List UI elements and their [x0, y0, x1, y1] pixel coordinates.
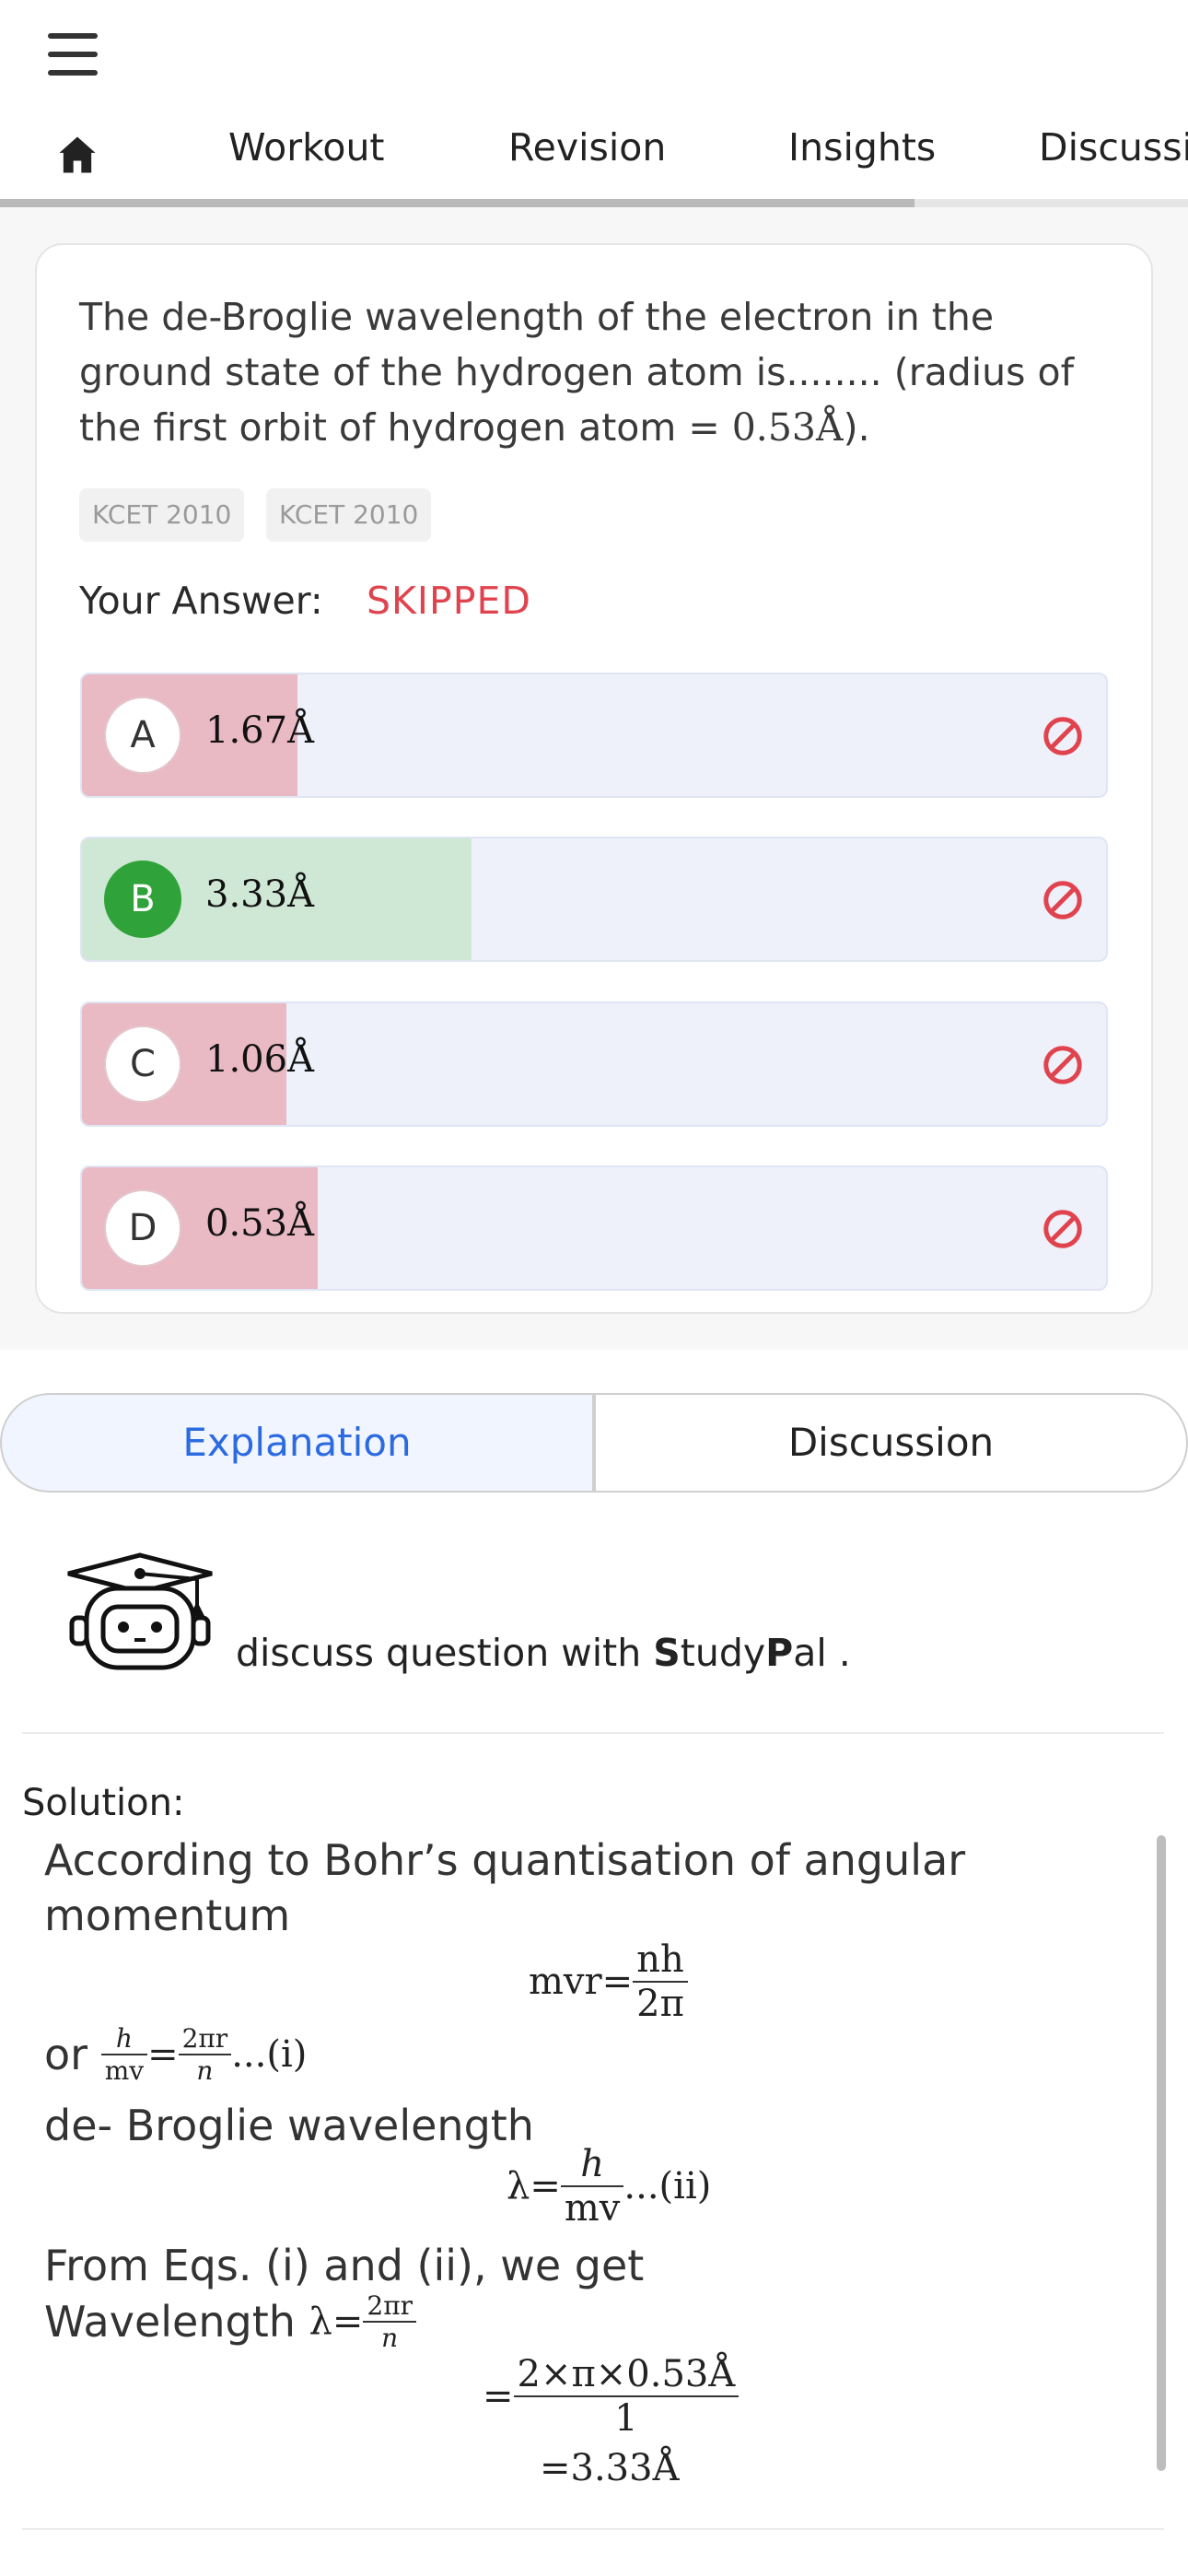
- tab-explanation[interactable]: Explanation: [0, 1393, 594, 1493]
- option-c[interactable]: C 1.06Å: [80, 1001, 1108, 1127]
- ban-icon: [1043, 717, 1082, 755]
- your-answer-status: SKIPPED: [367, 579, 531, 623]
- equation-5: = 2×π×0.53Å 1: [483, 2353, 740, 2440]
- solution-title: Solution:: [22, 1782, 185, 1824]
- hamburger-menu-button[interactable]: [48, 33, 103, 76]
- tab-workout[interactable]: Workout: [228, 125, 385, 170]
- divider: [22, 1732, 1164, 1734]
- exam-tag: KCET 2010: [79, 488, 245, 542]
- solution-line: According to Bohr’s quantisation of angu…: [44, 1835, 966, 1885]
- option-b[interactable]: B 3.33Å: [80, 837, 1108, 962]
- equation-1: mvr= nh 2π: [529, 1938, 688, 2025]
- equation-2: or h mv = 2πr n ...(i): [44, 2023, 308, 2086]
- tab-scroll-indicator: [0, 199, 915, 207]
- option-d[interactable]: D 0.53Å: [80, 1165, 1108, 1291]
- option-letter: A: [104, 697, 181, 774]
- solution-line: de- Broglie wavelength: [44, 2101, 534, 2150]
- option-value: 3.33Å: [205, 873, 314, 916]
- option-a[interactable]: A 1.67Å: [80, 673, 1108, 798]
- solution-line: momentum: [44, 1891, 291, 1940]
- option-letter: D: [104, 1189, 181, 1267]
- option-value: 1.06Å: [205, 1038, 314, 1081]
- equation-4: Wavelength λ= 2πr n: [44, 2290, 416, 2353]
- tab-insights[interactable]: Insights: [788, 125, 936, 170]
- studypal-bot-icon[interactable]: [59, 1548, 221, 1677]
- option-value: 1.67Å: [205, 709, 314, 752]
- question-text: The de-Broglie wavelength of the electro…: [79, 295, 1075, 450]
- your-answer-label: Your Answer:: [79, 579, 323, 623]
- equation-3: λ= h mv ...(ii): [507, 2143, 712, 2230]
- ban-icon: [1043, 881, 1082, 919]
- ban-icon: [1043, 1046, 1082, 1084]
- solution-line: From Eqs. (i) and (ii), we get: [44, 2241, 645, 2290]
- solution-scrollbar[interactable]: [1157, 1835, 1166, 2471]
- option-letter: C: [104, 1025, 181, 1103]
- studypal-prompt[interactable]: discuss question with StudyPal .: [236, 1631, 851, 1675]
- tab-bar: Workout Revision Insights Discussi: [0, 111, 1188, 206]
- explanation-tabs: Explanation Discussion: [0, 1393, 1188, 1494]
- home-icon[interactable]: [52, 131, 103, 179]
- tab-discussion-segment[interactable]: Discussion: [594, 1393, 1188, 1493]
- tab-discussion[interactable]: Discussi: [1039, 125, 1188, 170]
- exam-tag: KCET 2010: [266, 488, 432, 542]
- hamburger-icon: [48, 33, 98, 39]
- equation-6: =3.33Å: [540, 2447, 680, 2489]
- option-value: 0.53Å: [205, 1202, 314, 1245]
- ban-icon: [1043, 1210, 1082, 1248]
- divider: [22, 2528, 1164, 2530]
- tab-revision[interactable]: Revision: [508, 125, 666, 170]
- option-letter: B: [104, 861, 181, 938]
